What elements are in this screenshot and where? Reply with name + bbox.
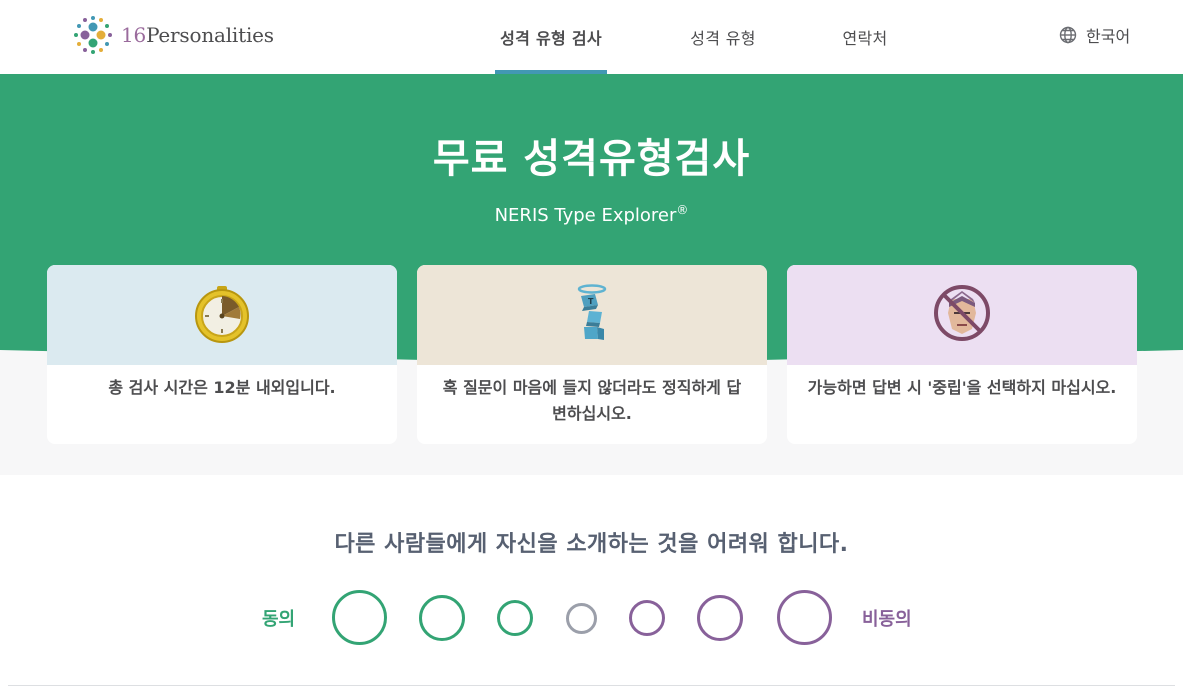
card-text: 혹 질문이 마음에 들지 않더라도 정직하게 답변하십시오. <box>442 378 742 423</box>
registered-mark: ® <box>676 203 689 217</box>
language-selector[interactable]: 한국어 <box>1058 22 1130 48</box>
answer-option-slightly-agree[interactable] <box>497 600 533 636</box>
agree-label: 동의 <box>262 609 296 630</box>
language-label: 한국어 <box>1086 27 1131 46</box>
stopwatch-icon <box>195 286 249 343</box>
logo-text: 16Personalities <box>121 23 274 47</box>
disagree-label: 비동의 <box>862 609 912 630</box>
globe-icon <box>1059 26 1077 44</box>
nav-personality-types[interactable]: 성격 유형 <box>686 0 760 74</box>
logo-number: 16 <box>121 23 147 47</box>
nav-personality-test[interactable]: 성격 유형 검사 <box>495 0 607 74</box>
answer-option-strongly-disagree[interactable] <box>777 590 832 645</box>
hero-section: 무료 성격유형검사 NERIS Type Explorer® 총 검사 시간은 … <box>0 74 1183 475</box>
hero-subtitle: NERIS Type Explorer® <box>0 203 1183 226</box>
no-neutral-face-icon <box>934 285 990 341</box>
logo-word: Personalities <box>146 23 274 47</box>
nav-contact[interactable]: 연락처 <box>839 0 891 74</box>
info-card-duration: 총 검사 시간은 12분 내외입니다. <box>47 265 397 444</box>
answer-option-agree[interactable] <box>419 595 465 641</box>
answer-option-neutral[interactable] <box>566 603 597 634</box>
site-logo[interactable]: 16Personalities <box>72 13 274 57</box>
section-divider <box>8 685 1175 686</box>
logo-dots-icon <box>74 16 112 54</box>
svg-text:T: T <box>588 297 594 306</box>
hero-title: 무료 성격유형검사 <box>432 136 751 182</box>
site-header: 16Personalities 성격 유형 검사 성격 유형 연락처 한국어 <box>0 0 1183 74</box>
hero-subtitle-text: NERIS Type Explorer <box>494 205 677 226</box>
answer-option-slightly-disagree[interactable] <box>629 600 665 636</box>
answer-option-strongly-agree[interactable] <box>332 590 387 645</box>
card-text: 가능하면 답변 시 '중립'을 선택하지 마십시오. <box>807 378 1117 397</box>
angel-blocks-icon: T <box>577 284 607 340</box>
answer-option-disagree[interactable] <box>697 595 743 641</box>
info-card-no-neutral: 가능하면 답변 시 '중립'을 선택하지 마십시오. <box>787 265 1137 444</box>
card-text: 총 검사 시간은 12분 내외입니다. <box>108 378 336 397</box>
question-text: 다른 사람들에게 자신을 소개하는 것을 어려워 합니다. <box>334 532 849 557</box>
info-card-honesty: T 혹 질문이 마음에 들지 않더라도 정직하게 답변하십시오. <box>417 265 767 444</box>
